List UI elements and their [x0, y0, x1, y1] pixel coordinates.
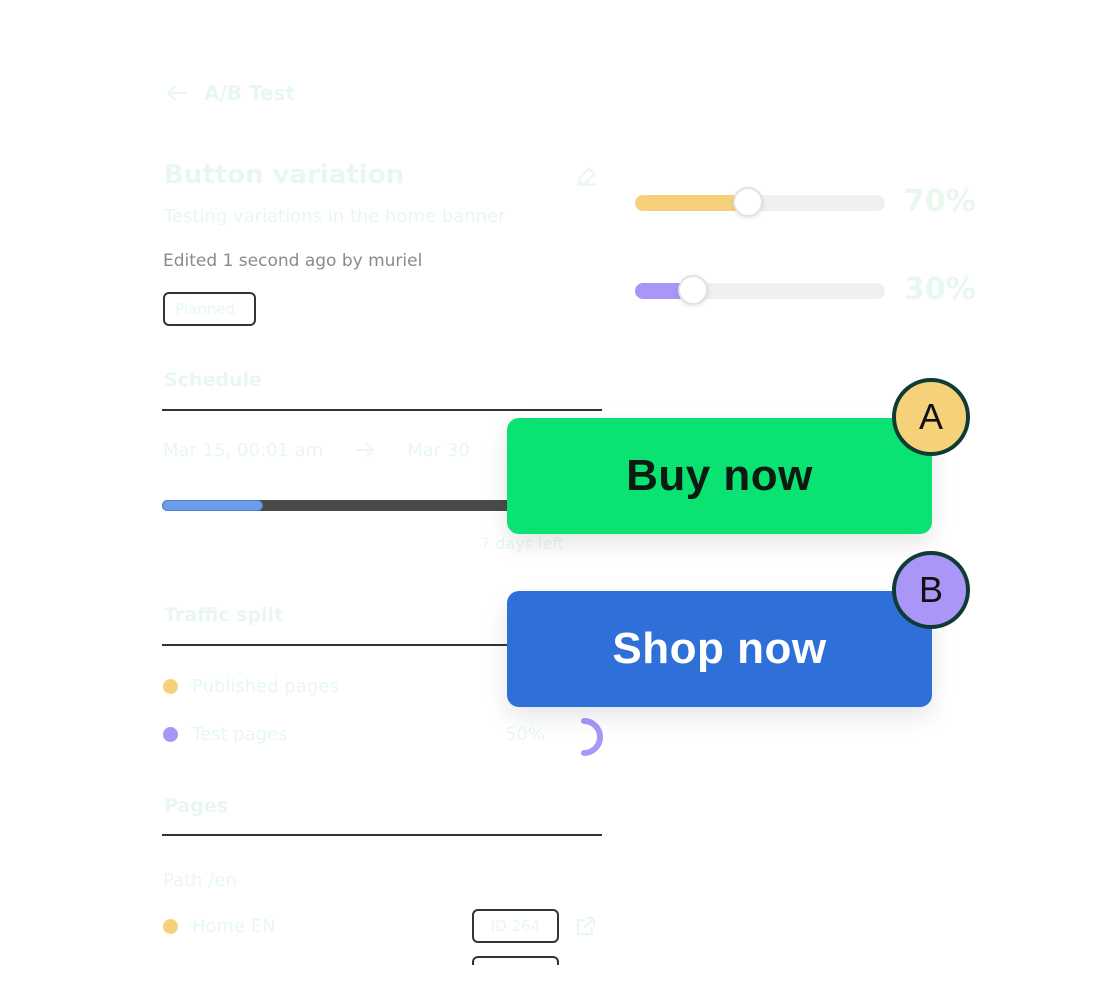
buy-now-button[interactable]: Buy now	[507, 418, 932, 534]
legend-dot	[163, 679, 178, 694]
back-link[interactable]: A/B Test	[164, 80, 295, 106]
edit-title-button[interactable]	[574, 163, 600, 193]
schedule-dates: Mar 15, 00:01 am Mar 30	[163, 438, 470, 462]
legend-value: 50%	[505, 724, 546, 745]
legend-item-test: Test pages	[163, 724, 288, 745]
legend-dot	[163, 727, 178, 742]
arrow-left-icon	[167, 85, 187, 101]
variant-a-badge: A	[892, 378, 970, 456]
page-dot	[163, 919, 178, 934]
back-label: A/B Test	[204, 81, 296, 105]
slider-handle[interactable]	[732, 187, 763, 217]
slider-fill	[635, 195, 748, 211]
status-badge: Planned	[163, 292, 256, 326]
shop-now-button[interactable]: Shop now	[507, 591, 932, 707]
page-title: Button variation	[164, 160, 405, 190]
schedule-divider	[162, 409, 602, 411]
page-id-badge: ID 264	[472, 909, 559, 943]
slider-b-percent: 30%	[904, 272, 976, 307]
legend-item-published: Published pages	[163, 676, 339, 697]
arrow-right-icon	[356, 443, 375, 457]
page-row[interactable]: Home EN	[163, 916, 276, 937]
schedule-start: Mar 15, 00:01 am	[163, 439, 324, 461]
legend-label: Published pages	[192, 676, 339, 697]
legend-label: Test pages	[192, 724, 288, 745]
pages-title: Pages	[164, 795, 229, 817]
schedule-progress-fill	[162, 500, 264, 511]
pencil-icon	[577, 167, 597, 186]
edited-info: Edited 1 second ago by muriel	[163, 251, 423, 271]
external-link-icon	[577, 917, 595, 935]
variant-b-badge: B	[892, 551, 970, 629]
pages-divider	[162, 834, 602, 836]
schedule-title: Schedule	[164, 369, 262, 391]
traffic-title: Traffic split	[164, 604, 284, 626]
slider-a-percent: 70%	[904, 184, 976, 219]
traffic-slider-a[interactable]	[635, 187, 885, 217]
page-open-button[interactable]	[574, 914, 598, 942]
bottom-fade	[0, 965, 1105, 995]
schedule-end: Mar 30	[407, 439, 470, 461]
traffic-slider-b[interactable]	[635, 275, 885, 305]
traffic-donut	[581, 718, 603, 756]
page-label: Home EN	[192, 916, 276, 937]
pages-column-header: Path /en	[163, 870, 237, 891]
days-left: 7 days left	[480, 534, 565, 553]
slider-handle[interactable]	[677, 275, 708, 305]
page-subtitle: Testing variations in the home banner	[164, 206, 506, 227]
